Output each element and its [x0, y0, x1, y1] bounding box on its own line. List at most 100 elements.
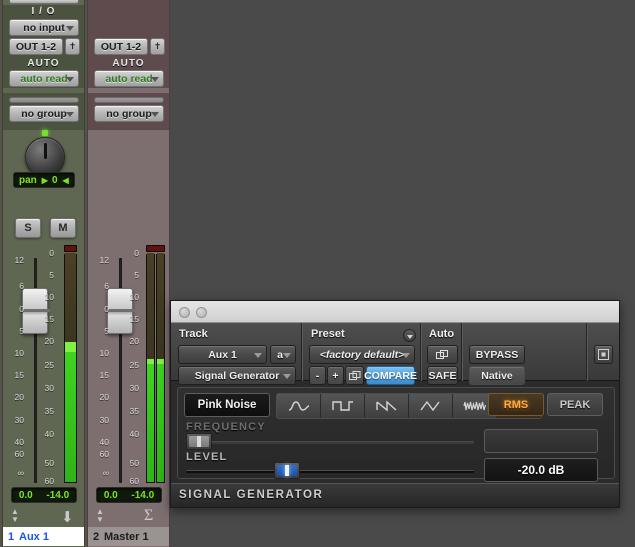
automation-mode-selector-2[interactable]: auto read: [94, 70, 164, 87]
level-meter-right: [156, 253, 165, 483]
fader-tick-label: 30: [99, 415, 109, 425]
fader-tick-label: 12: [99, 255, 109, 265]
track-selector-label: Aux 1: [208, 348, 237, 361]
meter-value: -14.0: [46, 489, 70, 501]
plugin-footer-title: SIGNAL GENERATOR: [179, 489, 324, 501]
meter-tick-label: 20: [44, 336, 54, 346]
sine-wave-icon[interactable]: [277, 394, 321, 418]
meter-tick-label: 0: [49, 248, 54, 258]
meter-tick-label: 60: [129, 476, 139, 486]
automation-mode-selector[interactable]: auto read: [9, 70, 79, 87]
group-indicator-bar-2[interactable]: [94, 97, 164, 103]
peak-button[interactable]: PEAK: [547, 393, 603, 416]
level-slider-thumb[interactable]: [274, 462, 300, 479]
meter-tick-label: 5: [134, 270, 139, 280]
solo-button[interactable]: S: [15, 218, 41, 238]
fader-tick-label: 20: [99, 392, 109, 402]
square-wave-icon[interactable]: [321, 394, 365, 418]
meter-tick-label: 30: [44, 383, 54, 393]
meter-tick-label: 30: [129, 383, 139, 393]
level-slider-track[interactable]: [186, 470, 474, 473]
plugin-footer: SIGNAL GENERATOR: [171, 483, 619, 507]
track-selector[interactable]: Aux 1: [178, 345, 267, 364]
preset-previous-button[interactable]: -: [309, 366, 326, 385]
track-height-spinner-icon[interactable]: ▲ ▼: [11, 508, 19, 524]
preset-next-button[interactable]: +: [327, 366, 344, 385]
meter-tick-label: 25: [44, 360, 54, 370]
frequency-label: FREQUENCY: [186, 421, 266, 433]
output-meter-toggle-icon-2[interactable]: ✝: [150, 38, 165, 55]
plugin-selector[interactable]: Signal Generator: [178, 366, 296, 385]
meter-headroom-r: [157, 253, 164, 359]
fader-tick-label: 15: [14, 370, 24, 380]
sine-glyph: [288, 401, 309, 411]
close-button[interactable]: [179, 307, 190, 318]
meter-tick-label: 40: [129, 429, 139, 439]
fader-tick-label: 10: [99, 348, 109, 358]
clip-indicator-2[interactable]: [146, 245, 165, 252]
meter-tick-label: 25: [129, 360, 139, 370]
group-selector[interactable]: no group: [9, 105, 79, 122]
pan-value: 0: [51, 174, 58, 186]
level-meter-left: [146, 253, 155, 483]
mute-button[interactable]: M: [50, 218, 76, 238]
track-name-2: Master 1: [104, 530, 149, 543]
plugin-selector-label: Signal Generator: [194, 369, 280, 382]
target-button[interactable]: [594, 345, 613, 364]
preset-menu-icon[interactable]: [403, 329, 416, 342]
track-name-bar-master1[interactable]: 2 Master 1: [88, 527, 169, 546]
plugin-titlebar[interactable]: [171, 301, 619, 323]
minimize-button[interactable]: [196, 307, 207, 318]
track-height-spinner-icon-2[interactable]: ▲ ▼: [96, 508, 104, 524]
fader-tick-label: 10: [14, 348, 24, 358]
output-meter-toggle-icon[interactable]: ✝: [65, 38, 80, 55]
frequency-slider-thumb[interactable]: [186, 433, 212, 450]
fader-value-display[interactable]: 0.0 -14.0: [11, 487, 77, 503]
input-selector-label: no input: [23, 21, 65, 34]
group-indicator-bar[interactable]: [9, 97, 79, 103]
output-selector[interactable]: OUT 1-2: [9, 38, 63, 55]
automation-enable-button[interactable]: [427, 345, 458, 364]
pan-knob[interactable]: [25, 137, 65, 177]
fader-value-display-2[interactable]: 0.0 -14.0: [96, 487, 162, 503]
fader-tick-label: 30: [14, 415, 24, 425]
insert-button-partial[interactable]: [9, 0, 79, 4]
track-name-bar-aux1[interactable]: 1 Aux 1: [3, 527, 84, 546]
frequency-readout[interactable]: [484, 429, 598, 453]
pan-display[interactable]: pan ▶ 0 ◀: [13, 172, 75, 188]
down-arrow-icon: ⬇: [61, 509, 74, 526]
insert-letter-selector[interactable]: a: [270, 345, 296, 364]
group-selector-label: no group: [21, 107, 67, 120]
sawtooth-glyph: [375, 400, 396, 412]
sawtooth-wave-icon[interactable]: [365, 394, 409, 418]
meter-peak-segment-r: [157, 359, 164, 364]
meter-tick-label: 5: [49, 270, 54, 280]
automation-mode-label-2: auto read: [105, 72, 153, 85]
chevron-down-icon: [402, 353, 410, 358]
triangle-wave-icon[interactable]: [409, 394, 453, 418]
preset-selector[interactable]: <factory default>: [309, 345, 415, 364]
level-thumb-light: [277, 465, 297, 476]
pan-right-arrow-icon: ◀: [62, 175, 69, 185]
meter-tick-label: 50: [44, 458, 54, 468]
frequency-slider-track[interactable]: [186, 441, 474, 444]
meter-peak-segment-l: [147, 359, 154, 364]
io-section-header: I / O: [31, 6, 56, 17]
chevron-down-icon: [66, 26, 74, 31]
level-readout[interactable]: -20.0 dB: [484, 458, 598, 482]
clip-indicator[interactable]: [64, 245, 77, 252]
auto-section-header-2: AUTO: [112, 58, 145, 69]
fader-tick-label: 6: [19, 281, 24, 291]
noise-type-display[interactable]: Pink Noise: [184, 393, 270, 417]
rms-button[interactable]: RMS: [488, 393, 544, 416]
automation-glyph: [436, 349, 448, 359]
preset-copy-icon[interactable]: [345, 366, 364, 385]
meter-tick-label: 20: [129, 336, 139, 346]
bypass-button[interactable]: BYPASS: [469, 345, 525, 364]
compare-button[interactable]: COMPARE: [364, 366, 417, 385]
output-selector-2[interactable]: OUT 1-2: [94, 38, 148, 55]
output-selector-label-2: OUT 1-2: [100, 40, 142, 53]
group-selector-2[interactable]: no group: [94, 105, 164, 122]
safe-button[interactable]: SAFE: [427, 366, 458, 385]
input-selector[interactable]: no input: [9, 19, 79, 36]
